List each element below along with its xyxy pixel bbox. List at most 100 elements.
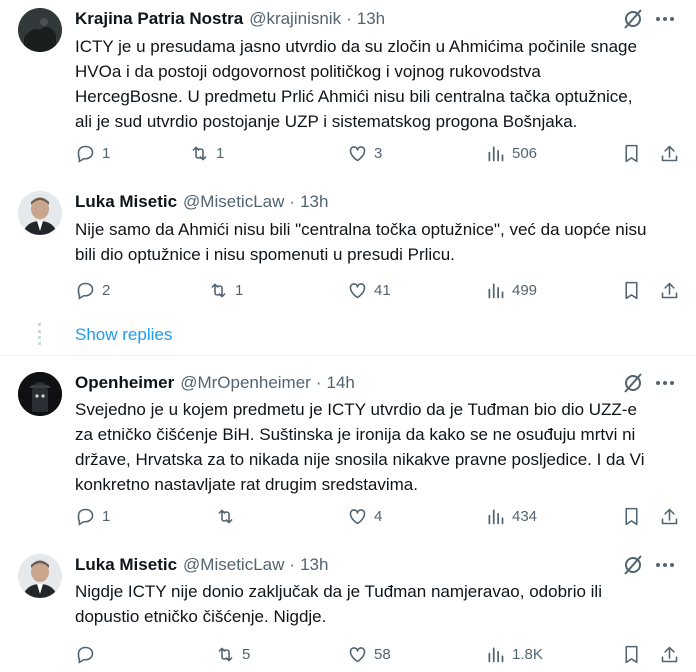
thread-connector <box>38 323 41 345</box>
views-count: 434 <box>512 507 538 525</box>
timestamp[interactable]: 13h <box>300 555 328 575</box>
show-replies-link[interactable]: Show replies <box>75 325 172 345</box>
author-handle[interactable]: @MrOpenheimer <box>180 373 311 393</box>
heart-icon <box>349 145 366 161</box>
views-icon <box>488 509 504 524</box>
share-button[interactable] <box>659 278 680 302</box>
views-button[interactable]: 499 <box>485 278 537 302</box>
bookmark-icon <box>625 144 638 162</box>
separator-dot: · <box>289 555 296 574</box>
views-button[interactable]: 506 <box>485 141 537 165</box>
tweet-line: HVOa i da postoji odgovornost političkog… <box>75 62 541 81</box>
repost-count: 1 <box>235 281 244 299</box>
share-icon <box>661 508 678 524</box>
grok-icon[interactable] <box>622 372 644 394</box>
tweet-text: ICTY je u presudama jasno utvrdio da su … <box>75 34 675 134</box>
like-button[interactable]: 3 <box>347 141 382 165</box>
share-button[interactable] <box>659 504 680 528</box>
views-count: 499 <box>512 281 538 299</box>
timestamp[interactable]: 13h <box>300 192 328 212</box>
separator-dot: · <box>289 192 296 211</box>
bookmark-button[interactable] <box>621 642 642 666</box>
like-count: 3 <box>374 144 383 162</box>
author-name[interactable]: Luka Misetic <box>75 555 177 575</box>
tweet-line: države, Hrvatska za to nikada nije snosi… <box>75 450 645 469</box>
more-options-icon[interactable] <box>654 554 676 576</box>
tweet-line: bili dio optužnice i nisu spomenuti u pr… <box>75 245 455 264</box>
reply-button[interactable] <box>75 642 102 666</box>
author-handle[interactable]: @MiseticLaw <box>183 192 284 212</box>
views-count: 1.8K <box>512 645 543 663</box>
tweet-text: Nije samo da Ahmići nisu bili "centralna… <box>75 217 675 267</box>
heart-icon <box>349 282 366 298</box>
avatar[interactable] <box>18 191 62 235</box>
tweet-2[interactable]: Luka Misetic @MiseticLaw · 13h Nije samo… <box>0 183 696 355</box>
share-button[interactable] <box>659 642 680 666</box>
tweet-line: Nigdje ICTY nije donio zaključak da je T… <box>75 582 602 601</box>
bookmark-icon <box>625 281 638 299</box>
repost-count: 1 <box>216 144 225 162</box>
repost-button[interactable]: 1 <box>208 278 243 302</box>
views-button[interactable]: 434 <box>485 504 537 528</box>
more-options-icon[interactable] <box>654 372 676 394</box>
tweet-line: ICTY je u presudama jasno utvrdio da su … <box>75 37 637 56</box>
separator-dot: · <box>315 373 322 392</box>
more-options-icon[interactable] <box>654 8 676 30</box>
views-button[interactable]: 1.8K <box>485 642 543 666</box>
views-icon <box>488 647 504 662</box>
bookmark-button[interactable] <box>621 141 642 165</box>
tweet-line: ali je sud utvrdio postojanje UZP i sist… <box>75 112 578 131</box>
like-button[interactable]: 41 <box>347 278 391 302</box>
like-count: 58 <box>374 645 391 663</box>
tweet-3[interactable]: Openheimer @MrOpenheimer · 14h Svejedno … <box>0 356 696 540</box>
like-count: 4 <box>374 507 383 525</box>
reply-button[interactable]: 1 <box>75 141 110 165</box>
timestamp[interactable]: 13h <box>357 9 385 29</box>
heart-icon <box>349 646 366 662</box>
tweet-4[interactable]: Luka Misetic @MiseticLaw · 13h Nigdje IC… <box>0 540 696 672</box>
repost-icon <box>218 647 233 661</box>
views-icon <box>488 283 504 298</box>
reply-icon <box>77 646 94 664</box>
like-button[interactable]: 58 <box>347 642 391 666</box>
views-count: 506 <box>512 144 538 162</box>
bookmark-button[interactable] <box>621 278 642 302</box>
repost-button[interactable]: 1 <box>189 141 224 165</box>
author-name[interactable]: Luka Misetic <box>75 192 177 212</box>
grok-icon[interactable] <box>622 8 644 30</box>
tweet-line: konkretno nastavljate rat drugim sredsta… <box>75 475 418 494</box>
author-name[interactable]: Openheimer <box>75 373 174 393</box>
like-count: 41 <box>374 281 391 299</box>
author-handle[interactable]: @krajinisnik <box>249 9 341 29</box>
repost-icon <box>211 283 226 297</box>
repost-button[interactable] <box>215 504 242 528</box>
reply-icon <box>77 508 94 526</box>
tweet-text: Svejedno je u kojem predmetu je ICTY utv… <box>75 397 675 497</box>
avatar[interactable] <box>18 8 62 52</box>
tweet-actions: 1 1 3 506 <box>75 141 685 165</box>
repost-count: 5 <box>242 645 251 663</box>
tweet-actions: 5 58 1.8K <box>75 642 685 666</box>
reply-count: 1 <box>102 144 111 162</box>
repost-button[interactable]: 5 <box>215 642 250 666</box>
timestamp[interactable]: 14h <box>327 373 355 393</box>
avatar[interactable] <box>18 372 62 416</box>
tweet-1[interactable]: Krajina Patria Nostra @krajinisnik · 13h… <box>0 0 696 183</box>
tweet-line: za etničko čišćenje BiH. Suštinska je ir… <box>75 425 636 444</box>
author-name[interactable]: Krajina Patria Nostra <box>75 9 243 29</box>
author-handle[interactable]: @MiseticLaw <box>183 555 284 575</box>
grok-icon[interactable] <box>622 554 644 576</box>
share-icon <box>661 646 678 662</box>
share-button[interactable] <box>659 141 680 165</box>
avatar[interactable] <box>18 554 62 598</box>
tweet-line: dopustio etničko čišćenje. Nigdje. <box>75 607 327 626</box>
separator-dot: · <box>346 9 352 28</box>
like-button[interactable]: 4 <box>347 504 382 528</box>
reply-button[interactable]: 2 <box>75 278 110 302</box>
tweet-actions: 2 1 41 499 <box>75 278 685 302</box>
reply-button[interactable]: 1 <box>75 504 110 528</box>
share-icon <box>661 145 678 161</box>
tweet-line: Svejedno je u kojem predmetu je ICTY utv… <box>75 400 637 419</box>
bookmark-button[interactable] <box>621 504 642 528</box>
share-icon <box>661 282 678 298</box>
